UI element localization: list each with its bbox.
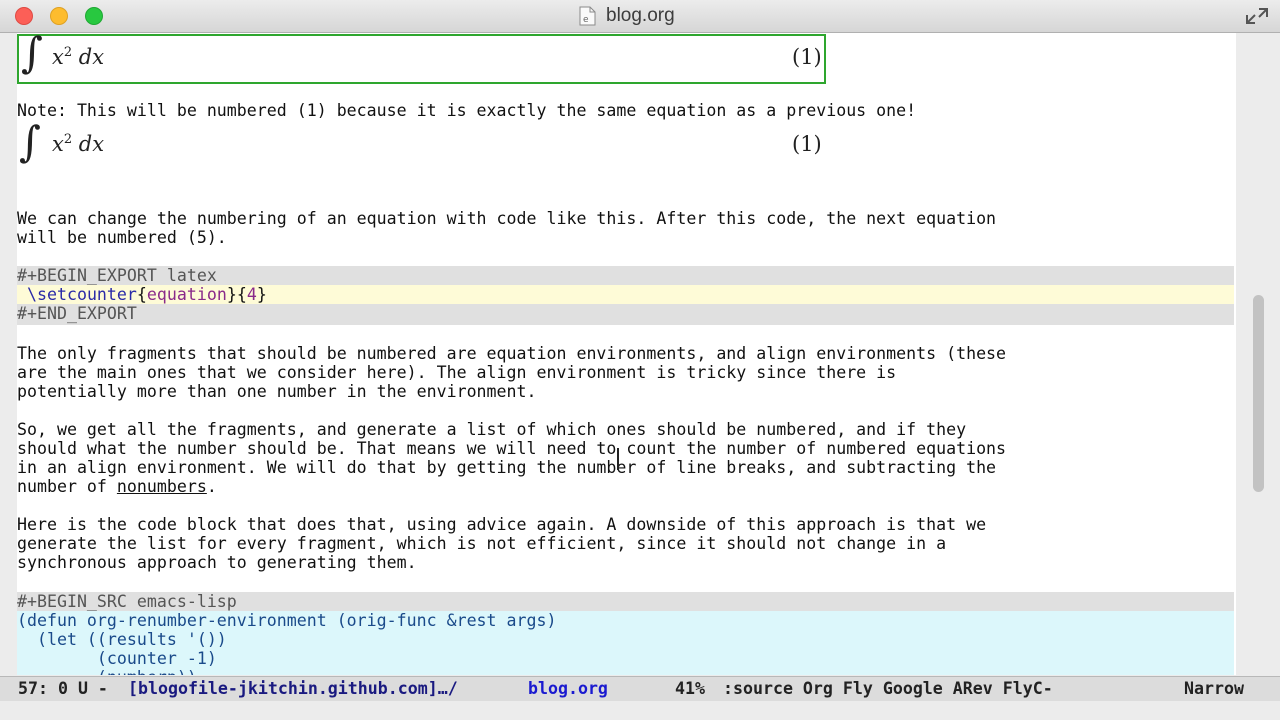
latex-brace: { — [136, 285, 147, 304]
vertical-scrollbar-thumb[interactable] — [1253, 295, 1264, 492]
paragraph-line: The only fragments that should be number… — [17, 344, 1007, 363]
paragraph-line: are the main ones that we consider here)… — [17, 363, 897, 382]
latex-command: \setcounter — [27, 285, 137, 304]
modeline-buffer-name[interactable]: blog.org — [528, 679, 608, 699]
paragraph-line: We can change the numbering of an equati… — [17, 209, 997, 228]
modeline-modes[interactable]: :source Org Fly Google ARev FlyC- — [723, 679, 1053, 699]
zoom-window-button[interactable] — [85, 7, 103, 25]
paragraph-text: . — [206, 477, 217, 496]
src-block-begin: #+BEGIN_SRC emacs-lisp — [17, 592, 1234, 611]
export-block-body: \setcounter{equation}{4} — [17, 285, 1234, 304]
close-window-button[interactable] — [15, 7, 33, 25]
paragraph-line: number of nonumbers. — [17, 477, 217, 496]
minibuffer[interactable] — [0, 701, 1280, 720]
latex-argument: equation — [146, 285, 227, 304]
paragraph-line: potentially more than one number in the … — [17, 382, 537, 401]
code-line: (let ((results '()) — [17, 630, 1234, 649]
note-line: Note: This will be numbered (1) because … — [17, 101, 917, 120]
equation-expression: x2 dx — [52, 45, 105, 69]
equation-expression: x2 dx — [52, 132, 105, 156]
paragraph-line: should what the number should be. That m… — [17, 439, 1007, 458]
modeline-percent: 41% — [675, 679, 705, 698]
export-block-end: #+END_EXPORT — [17, 304, 1234, 325]
document-icon: e — [579, 6, 596, 26]
mode-line: 57: 0 U - [blogofile-jkitchin.github.com… — [0, 676, 1280, 701]
equation-number: (1) — [792, 132, 822, 156]
title-bar: e blog.org — [0, 0, 1280, 33]
integral-symbol: ∫ — [21, 33, 43, 77]
integral-symbol: ∫ — [19, 117, 41, 166]
svg-text:e: e — [583, 15, 589, 25]
fullscreen-icon[interactable] — [1244, 6, 1270, 26]
code-line: (counter -1) — [17, 649, 1234, 668]
paragraph-line: generate the list for every fragment, wh… — [17, 534, 947, 553]
window-title: blog.org — [606, 5, 675, 26]
minimize-window-button[interactable] — [50, 7, 68, 25]
export-block-begin: #+BEGIN_EXPORT latex — [17, 266, 1234, 285]
paragraph-text: number of — [17, 477, 117, 496]
modeline-narrow: Narrow — [1184, 679, 1244, 698]
text-cursor — [617, 448, 619, 470]
left-fringe — [0, 33, 17, 675]
nonumbers-link[interactable]: nonumbers — [117, 477, 207, 496]
paragraph-line: synchronous approach to generating them. — [17, 553, 417, 572]
latex-argument: 4 — [246, 285, 257, 304]
editor-buffer[interactable]: ∫ x2 dx (1) Note: This will be numbered … — [0, 33, 1280, 675]
code-line: (defun org-renumber-environment (orig-fu… — [17, 611, 1234, 630]
latex-brace: }{ — [226, 285, 247, 304]
code-line: (numberp)) — [17, 668, 1234, 675]
equation-overlay-box: ∫ x2 dx (1) — [17, 33, 826, 84]
paragraph-line: in an align environment. We will do that… — [17, 458, 997, 477]
latex-brace: } — [256, 285, 267, 304]
equation-number: (1) — [792, 45, 822, 69]
paragraph-line: So, we get all the fragments, and genera… — [17, 420, 967, 439]
modeline-position: 57: 0 U - — [18, 679, 108, 698]
paragraph-line: will be numbered (5). — [17, 228, 227, 247]
modeline-buffer-path[interactable]: [blogofile-jkitchin.github.com]…/ — [128, 679, 458, 699]
paragraph-line: Here is the code block that does that, u… — [17, 515, 987, 534]
